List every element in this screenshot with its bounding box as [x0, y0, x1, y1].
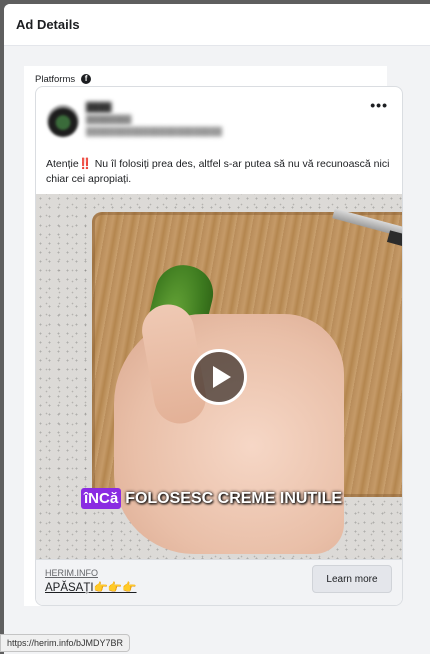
dialog-title: Ad Details	[16, 17, 80, 32]
link-domain[interactable]: HERIM.INFO	[45, 568, 98, 578]
dialog-header: Ad Details	[4, 4, 430, 46]
library-id-redacted: ████████████████████████	[86, 127, 223, 136]
ad-header: ████ ████████ ████████████████████████ •…	[36, 87, 402, 145]
caption-badge: îNCă	[81, 488, 122, 509]
platforms-row: Platforms f	[35, 72, 92, 86]
more-options-button[interactable]: •••	[370, 97, 388, 113]
caption-text: FOLOSESC CREME INUTILE	[125, 489, 343, 507]
ad-preview-card: ████ ████████ ████████████████████████ •…	[35, 86, 403, 606]
ad-text-part1: Atenție	[46, 158, 79, 170]
dialog-body[interactable]: Platforms f ████ ████████ ██████████████…	[4, 46, 430, 654]
page-avatar	[47, 105, 79, 137]
page-name-redacted: ████	[86, 102, 112, 112]
play-icon	[212, 366, 231, 388]
learn-more-button[interactable]: Learn more	[312, 565, 392, 593]
ad-footer: HERIM.INFO APĂSAȚI👉👉👉 Learn more	[36, 559, 402, 605]
ad-text-part2: Nu îl folosiți prea des, altfel s-ar put…	[46, 158, 390, 185]
ad-video[interactable]: îNCă FOLOSESC CREME INUTILE	[36, 194, 402, 559]
ad-details-dialog: Ad Details Platforms f ████ ████████ ███…	[4, 4, 430, 654]
sponsored-label-redacted: ████████	[86, 115, 132, 124]
status-bar-url: https://herim.info/bJMDY7BR	[0, 634, 131, 652]
link-headline[interactable]: APĂSAȚI👉👉👉	[45, 580, 137, 594]
video-caption: îNCă FOLOSESC CREME INUTILE	[81, 488, 342, 509]
facebook-icon: f	[81, 74, 92, 84]
double-exclamation-icon: ‼️	[78, 158, 92, 170]
platforms-label: Platforms	[35, 73, 76, 85]
play-button[interactable]	[191, 349, 247, 405]
ad-panel: Platforms f ████ ████████ ██████████████…	[24, 66, 403, 606]
ad-primary-text: Atenție‼️ Nu îl folosiți prea des, altfe…	[46, 157, 396, 187]
